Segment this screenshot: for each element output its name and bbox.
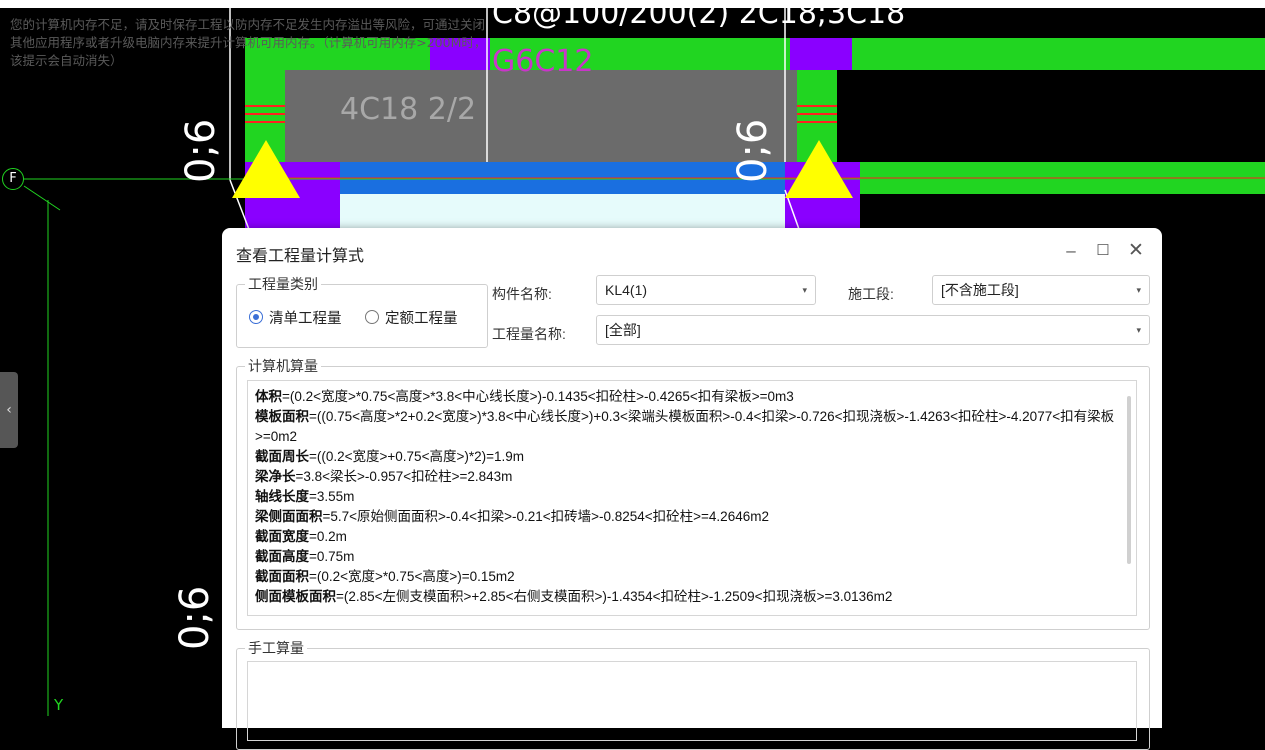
vertical-scrollbar[interactable]: [1127, 396, 1131, 564]
axis-y-label: Y: [54, 696, 64, 714]
quantity-type-group: 工程量类别 清单工程量 定额工程量: [236, 276, 488, 348]
select-value: [不含施工段]: [941, 282, 1019, 298]
radio-selected-icon: [249, 310, 263, 324]
manual-calc-input[interactable]: [247, 661, 1137, 741]
formula-expr: =5.7<原始侧面面积>-0.4<扣梁>-0.21<扣砖墙>-0.8254<扣砼…: [322, 509, 769, 524]
dropdown-arrow-icon: ▾: [1136, 325, 1141, 335]
formula-name: 截面高度: [255, 549, 309, 564]
formula-name: 轴线长度: [255, 489, 309, 504]
formula-line: 截面高度=0.75m: [255, 547, 1115, 567]
formula-name: 梁侧面面积: [255, 509, 323, 524]
low-memory-warning: 您的计算机内存不足，请及时保存工程以防内存不足发生内存溢出等风险，可通过关闭其他…: [10, 17, 487, 68]
computer-calc-group: 计算机算量 体积=(0.2<宽度>*0.75<高度>*3.8<中心线长度>)-0…: [236, 358, 1150, 630]
axis-f-bubble: F: [2, 168, 24, 190]
dimension-label: 0;6: [730, 118, 776, 183]
component-name-select[interactable]: KL4(1) ▾: [596, 275, 816, 305]
calc-formula-text[interactable]: 体积=(0.2<宽度>*0.75<高度>*3.8<中心线长度>)-0.1435<…: [247, 380, 1137, 616]
formula-expr: =3.55m: [309, 489, 355, 504]
rebar-annotation-top: C8@100/200(2) 2C18;3C18: [492, 0, 906, 31]
formula-expr: =((0.2<宽度>+0.75<高度>)*2)=1.9m: [309, 449, 524, 464]
formula-name: 截面面积: [255, 569, 309, 584]
dropdown-arrow-icon: ▾: [802, 285, 807, 295]
formula-line: 轴线长度=3.55m: [255, 487, 1115, 507]
quantity-name-label: 工程量名称:: [492, 326, 566, 342]
construction-stage-select[interactable]: [不含施工段] ▾: [932, 275, 1150, 305]
close-icon[interactable]: ✕: [1123, 238, 1149, 264]
radio-unselected-icon: [365, 310, 379, 324]
quantity-name-select[interactable]: [全部] ▾: [596, 315, 1150, 345]
formula-name: 截面周长: [255, 449, 309, 464]
column-purple-top-right: [790, 38, 852, 70]
axis-diagonal: [23, 185, 61, 211]
formula-line: 模板面积=((0.75<高度>*2+0.2<宽度>)*3.8<中心线长度>)+0…: [255, 407, 1115, 447]
formula-name: 体积: [255, 389, 282, 404]
chevron-left-icon: ‹: [6, 402, 12, 418]
formula-name: 梁净长: [255, 469, 296, 484]
formula-lines: 体积=(0.2<宽度>*0.75<高度>*3.8<中心线长度>)-0.1435<…: [255, 387, 1115, 607]
rebar-annotation-g: G6C12: [492, 44, 594, 79]
formula-expr: =((0.75<高度>*2+0.2<宽度>)*3.8<中心线长度>)+0.3<梁…: [255, 409, 1115, 444]
radio-label: 清单工程量: [269, 310, 342, 327]
formula-line: 体积=(0.2<宽度>*0.75<高度>*3.8<中心线长度>)-0.1435<…: [255, 387, 1115, 407]
rebar-annotation-bottom: 4C18 2/2: [340, 92, 477, 127]
beam-light: [340, 194, 785, 232]
formula-line: 截面宽度=0.2m: [255, 527, 1115, 547]
select-value: [全部]: [605, 322, 641, 338]
formula-expr: =0.75m: [309, 549, 355, 564]
formula-name: 侧面模板面积: [255, 589, 336, 604]
formula-line: 梁侧面面积=5.7<原始侧面面积>-0.4<扣梁>-0.21<扣砖墙>-0.82…: [255, 507, 1115, 527]
formula-line: 梁净长=3.8<梁长>-0.957<扣砼柱>=2.843m: [255, 467, 1115, 487]
formula-name: 截面宽度: [255, 529, 309, 544]
formula-name: 模板面积: [255, 409, 309, 424]
formula-expr: =3.8<梁长>-0.957<扣砼柱>=2.843m: [295, 469, 513, 484]
formula-expr: =(0.2<宽度>*0.75<高度>)=0.15m2: [309, 569, 515, 584]
radio-label: 定额工程量: [385, 310, 458, 327]
formula-expr: =0.2m: [309, 529, 347, 544]
dimension-label: 0;6: [178, 118, 224, 183]
quantity-formula-dialog: 查看工程量计算式 – ☐ ✕ 工程量类别 清单工程量 定额工程量 构件名称: K…: [222, 228, 1162, 750]
dialog-title: 查看工程量计算式: [236, 248, 365, 265]
group-legend: 计算机算量: [245, 358, 321, 374]
formula-line: 截面周长=((0.2<宽度>+0.75<高度>)*2)=1.9m: [255, 447, 1115, 467]
group-legend: 工程量类别: [245, 276, 321, 292]
formula-line: 侧面模板面积=(2.85<左侧支模面积>+2.85<右侧支模面积>)-1.435…: [255, 587, 1115, 607]
radio-quota-quantity[interactable]: 定额工程量: [365, 307, 458, 327]
component-name-label: 构件名称:: [492, 286, 552, 302]
side-panel-toggle[interactable]: ‹: [0, 372, 18, 448]
minimize-icon[interactable]: –: [1058, 238, 1084, 264]
manual-calc-group: 手工算量: [236, 640, 1150, 750]
select-value: KL4(1): [605, 282, 648, 298]
dimension-label: 0;6: [172, 585, 218, 650]
formula-line: 截面面积=(0.2<宽度>*0.75<高度>)=0.15m2: [255, 567, 1115, 587]
construction-stage-label: 施工段:: [848, 286, 894, 302]
formula-expr: =(2.85<左侧支模面积>+2.85<右侧支模面积>)-1.4354<扣砼柱>…: [336, 589, 893, 604]
dropdown-arrow-icon: ▾: [1136, 285, 1141, 295]
formula-expr: =(0.2<宽度>*0.75<高度>*3.8<中心线长度>)-0.1435<扣砼…: [282, 389, 794, 404]
group-legend: 手工算量: [245, 640, 307, 656]
radio-bill-quantity[interactable]: 清单工程量: [249, 307, 342, 327]
maximize-icon[interactable]: ☐: [1090, 238, 1116, 264]
